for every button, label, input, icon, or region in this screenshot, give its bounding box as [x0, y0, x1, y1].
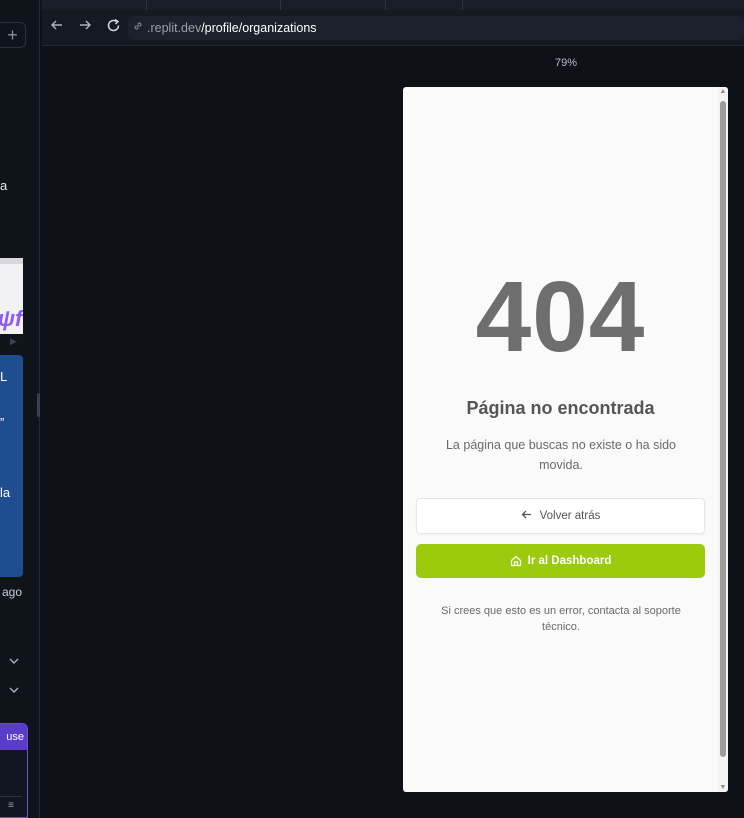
use-panel: use ≡ — [0, 723, 28, 818]
dashboard-button[interactable]: Ir al Dashboard — [416, 544, 705, 578]
go-back-button[interactable]: Volver atrás — [416, 498, 705, 534]
url-input[interactable]: .replit.dev/profile/organizations — [128, 16, 744, 40]
tab[interactable] — [280, 0, 281, 10]
card-text-fragment: L — [0, 369, 8, 384]
card-text-fragment: la — [0, 485, 11, 500]
go-back-label: Volver atrás — [539, 510, 601, 522]
arrow-right-icon[interactable] — [76, 18, 94, 36]
chevron-down-icon[interactable] — [8, 655, 20, 667]
tab[interactable] — [385, 0, 386, 10]
scroll-up-icon[interactable]: ▲ — [719, 88, 727, 95]
url-path: /profile/organizations — [201, 21, 317, 35]
tab-strip — [42, 0, 744, 10]
address-bar: .replit.dev/profile/organizations — [42, 10, 744, 46]
add-tab-button[interactable]: + — [0, 22, 26, 48]
thumbnail-logo: ψfo — [0, 306, 23, 331]
chevron-down-icon[interactable] — [8, 684, 20, 696]
tab[interactable] — [462, 0, 463, 10]
left-sidebar: + a ψfo ▶ L ” la ago use ≡ — [0, 0, 40, 818]
error-code: 404 — [475, 261, 646, 373]
thumbnail-bar — [0, 258, 23, 264]
link-icon — [132, 20, 146, 34]
sidebar-blue-card[interactable]: L ” la — [0, 355, 23, 577]
page-title: Página no encontrada — [466, 398, 655, 418]
use-button[interactable]: use — [0, 724, 27, 750]
device-frame: 404 Página no encontrada La página que b… — [403, 87, 728, 792]
error-description: La página que buscas no existe o ha sido… — [445, 438, 677, 472]
thumbnail-image[interactable]: ψfo — [0, 258, 23, 334]
list-add-icon[interactable]: ≡ — [0, 796, 22, 814]
arrow-left-icon — [521, 509, 532, 523]
scrollbar[interactable]: ▲ ▼ — [718, 87, 728, 792]
resize-handle[interactable] — [37, 393, 40, 417]
zoom-level: 79% — [554, 57, 578, 69]
tab[interactable] — [146, 0, 147, 10]
sidebar-text-fragment: a — [0, 178, 8, 193]
url-host: .replit.dev — [147, 21, 202, 35]
home-icon — [510, 555, 521, 567]
card-text-fragment: ” — [0, 415, 5, 430]
scrollbar-thumb[interactable] — [720, 101, 726, 757]
support-note: Si crees que esto es un error, contacta … — [441, 605, 681, 633]
scroll-down-icon[interactable]: ▼ — [719, 784, 727, 791]
play-icon[interactable]: ▶ — [10, 336, 17, 347]
arrow-left-icon[interactable] — [48, 18, 66, 36]
url-text: .replit.dev/profile/organizations — [147, 21, 317, 35]
dashboard-label: Ir al Dashboard — [527, 555, 612, 567]
timestamp-fragment: ago — [2, 585, 23, 599]
reload-icon[interactable] — [104, 18, 122, 36]
